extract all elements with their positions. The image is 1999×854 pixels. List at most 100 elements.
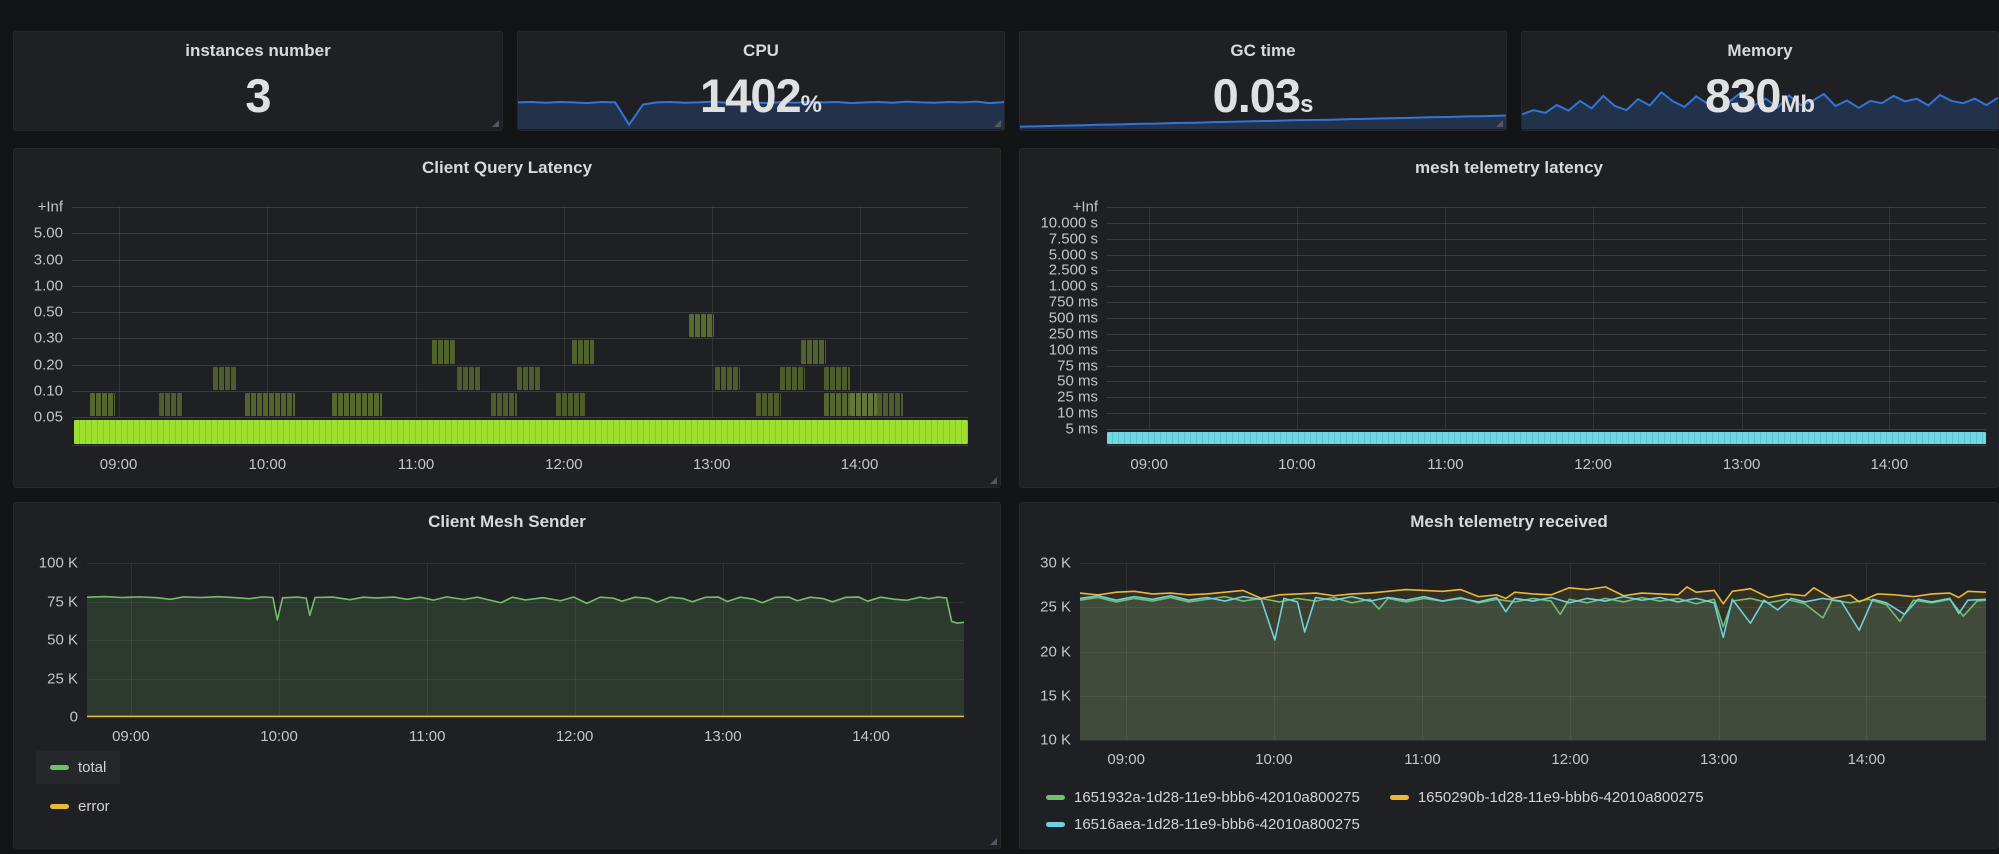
x-tick-label: 13:00 bbox=[1723, 456, 1761, 473]
legend-series-swatch bbox=[50, 765, 69, 770]
y-tick-label: 15 K bbox=[1040, 687, 1071, 704]
y-tick-label: 25 ms bbox=[1057, 389, 1098, 406]
horizontal-gridline bbox=[1107, 318, 1986, 319]
x-tick-label: 09:00 bbox=[100, 456, 138, 473]
heatmap-cell bbox=[801, 340, 826, 363]
x-tick-label: 10:00 bbox=[1278, 456, 1316, 473]
x-tick-label: 09:00 bbox=[1107, 751, 1145, 768]
y-tick-label: 20 K bbox=[1040, 643, 1071, 660]
resize-handle-icon[interactable] bbox=[990, 838, 997, 845]
y-tick-label: 750 ms bbox=[1049, 294, 1098, 311]
panel-title[interactable]: instances number bbox=[14, 41, 502, 61]
panel-client-query-latency: Client Query Latency +Inf5.003.001.000.5… bbox=[13, 148, 1001, 488]
vertical-gridline bbox=[712, 207, 713, 417]
stat-unit: Mb bbox=[1780, 91, 1815, 118]
heatmap-cell bbox=[332, 393, 382, 416]
horizontal-gridline bbox=[1107, 366, 1986, 367]
stat-value: 1402% bbox=[518, 72, 1004, 119]
y-tick-label: 100 ms bbox=[1049, 341, 1098, 358]
legend-series-swatch bbox=[1046, 822, 1065, 827]
panel-title[interactable]: Mesh telemetry received bbox=[1020, 512, 1998, 532]
heatmap-cell bbox=[159, 393, 183, 416]
panel-cpu: CPU 1402% bbox=[517, 31, 1005, 131]
heatmap-cell bbox=[517, 367, 541, 390]
resize-handle-icon[interactable] bbox=[1496, 120, 1503, 127]
x-tick-label: 10:00 bbox=[249, 456, 287, 473]
legend-item[interactable]: 16516aea-1d28-11e9-bbb6-42010a800275 bbox=[1046, 812, 1360, 837]
x-tick-label: 13:00 bbox=[704, 728, 742, 745]
panel-title[interactable]: Client Mesh Sender bbox=[14, 512, 1000, 532]
panel-gc-time: GC time 0.03s bbox=[1019, 31, 1507, 131]
x-tick-label: 13:00 bbox=[693, 456, 731, 473]
heatmap-cell bbox=[850, 393, 877, 416]
stat-unit: s bbox=[1300, 91, 1313, 118]
stat-value: 0.03s bbox=[1020, 72, 1506, 119]
x-tick-label: 14:00 bbox=[1848, 751, 1886, 768]
heatmap-cell bbox=[572, 340, 594, 363]
timeseries-plot: 30 K25 K20 K15 K10 K09:0010:0011:0012:00… bbox=[1080, 563, 1986, 740]
x-tick-label: 12:00 bbox=[545, 456, 583, 473]
legend-item-label: error bbox=[78, 796, 110, 817]
series-lines bbox=[1080, 563, 1986, 740]
y-tick-label: 2.500 s bbox=[1049, 262, 1098, 279]
x-tick-label: 11:00 bbox=[398, 456, 434, 473]
y-tick-label: 100 K bbox=[39, 555, 78, 572]
y-tick-label: 50 ms bbox=[1057, 373, 1098, 390]
x-tick-label: 14:00 bbox=[852, 728, 890, 745]
horizontal-gridline bbox=[1107, 397, 1986, 398]
panel-title[interactable]: mesh telemetry latency bbox=[1020, 158, 1998, 178]
horizontal-gridline bbox=[72, 391, 968, 392]
horizontal-gridline bbox=[1107, 270, 1986, 271]
y-tick-label: 50 K bbox=[47, 632, 78, 649]
panel-title[interactable]: CPU bbox=[518, 41, 1004, 61]
legend-item-label: 1650290b-1d28-11e9-bbb6-42010a800275 bbox=[1418, 787, 1704, 808]
panel-title[interactable]: Memory bbox=[1522, 41, 1998, 61]
heatmap-cell bbox=[877, 393, 904, 416]
heatmap-plot: +Inf5.003.001.000.500.300.200.100.0509:0… bbox=[72, 207, 968, 446]
x-tick-label: 13:00 bbox=[1700, 751, 1738, 768]
x-tick-label: 12:00 bbox=[556, 728, 594, 745]
vertical-gridline bbox=[119, 207, 120, 417]
horizontal-gridline bbox=[1107, 381, 1986, 382]
heatmap-cell bbox=[780, 367, 805, 390]
heatmap-cell bbox=[213, 367, 236, 390]
x-tick-label: 10:00 bbox=[260, 728, 298, 745]
heatmap-bottom-bar bbox=[74, 420, 968, 444]
resize-handle-icon[interactable] bbox=[492, 120, 499, 127]
y-tick-label: +Inf bbox=[1073, 199, 1098, 216]
grafana-dashboard: instances number 3 CPU 1402% GC time 0.0… bbox=[0, 0, 1999, 854]
x-tick-label: 10:00 bbox=[1255, 751, 1293, 768]
legend-item[interactable]: error bbox=[36, 790, 124, 823]
x-tick-label: 12:00 bbox=[1574, 456, 1612, 473]
y-tick-label: 10 K bbox=[1040, 732, 1071, 749]
panel-title[interactable]: Client Query Latency bbox=[14, 158, 1000, 178]
resize-handle-icon[interactable] bbox=[994, 120, 1001, 127]
legend-item[interactable]: 1650290b-1d28-11e9-bbb6-42010a800275 bbox=[1390, 785, 1704, 810]
heatmap-cell bbox=[689, 314, 713, 337]
y-tick-label: 5 ms bbox=[1065, 421, 1098, 438]
legend-item[interactable]: total bbox=[36, 751, 120, 784]
vertical-gridline bbox=[564, 207, 565, 417]
heatmap-cell bbox=[491, 393, 517, 416]
heatmap-cell bbox=[715, 367, 739, 390]
legend-series-swatch bbox=[1390, 795, 1409, 800]
y-tick-label: 0.50 bbox=[34, 304, 63, 321]
resize-handle-icon[interactable] bbox=[990, 477, 997, 484]
vertical-gridline bbox=[1445, 207, 1446, 429]
horizontal-gridline bbox=[72, 286, 968, 287]
horizontal-gridline bbox=[1107, 255, 1986, 256]
panel-instances-number: instances number 3 bbox=[13, 31, 503, 131]
vertical-gridline bbox=[267, 207, 268, 417]
y-tick-label: 10.000 s bbox=[1040, 214, 1098, 231]
y-tick-label: 0.10 bbox=[34, 382, 63, 399]
heatmap-cell bbox=[556, 393, 586, 416]
legend-item[interactable]: 1651932a-1d28-11e9-bbb6-42010a800275 bbox=[1046, 785, 1360, 810]
heatmap-cell bbox=[432, 340, 456, 363]
horizontal-gridline bbox=[1107, 413, 1986, 414]
x-tick-label: 14:00 bbox=[841, 456, 879, 473]
horizontal-gridline bbox=[1107, 350, 1986, 351]
panel-title[interactable]: GC time bbox=[1020, 41, 1506, 61]
horizontal-gridline bbox=[1107, 239, 1986, 240]
vertical-gridline bbox=[1593, 207, 1594, 429]
heatmap-plot: +Inf10.000 s7.500 s5.000 s2.500 s1.000 s… bbox=[1107, 207, 1986, 446]
